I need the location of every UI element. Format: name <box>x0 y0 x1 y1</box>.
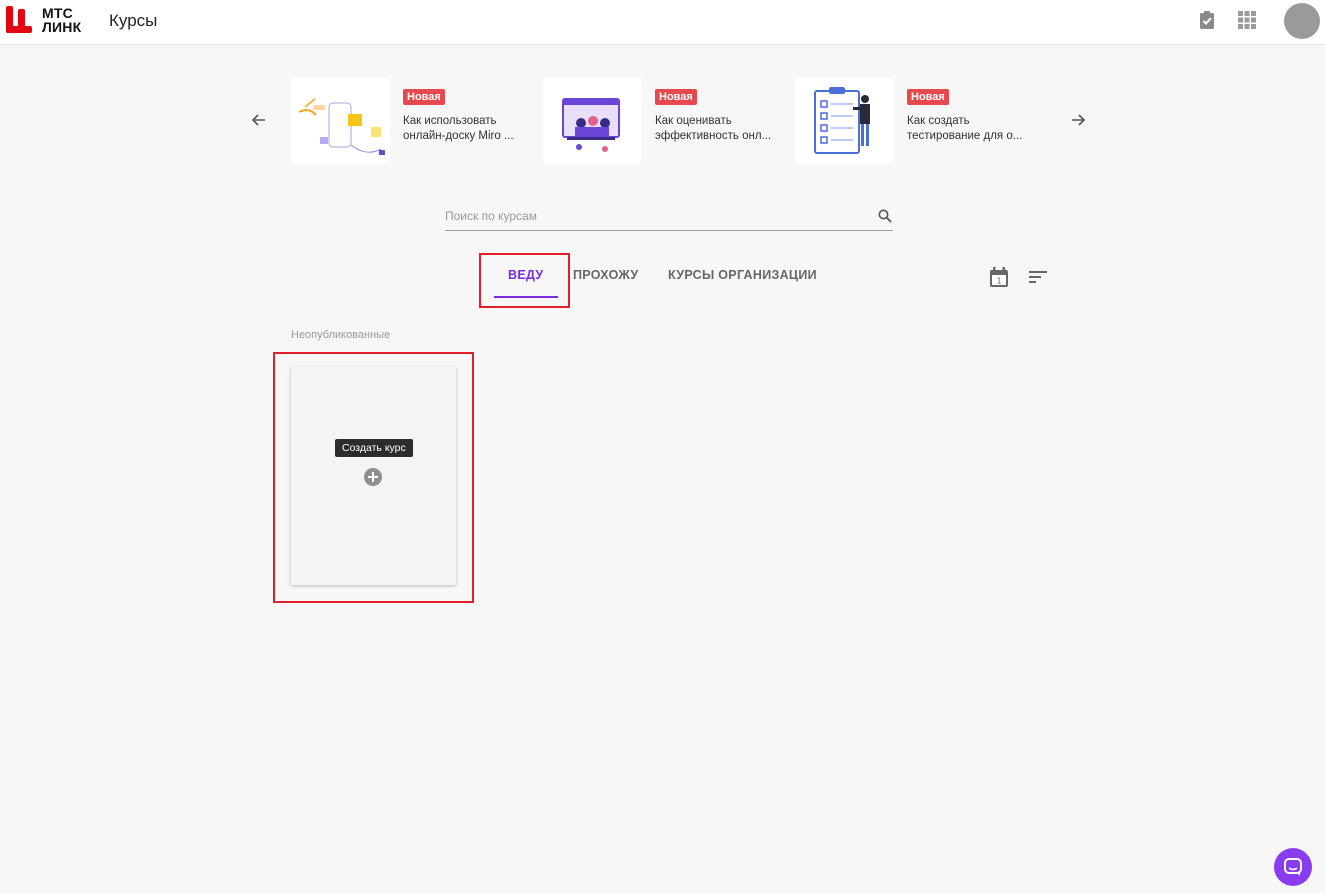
section-label-unpublished: Неопубликованные <box>291 329 391 341</box>
course-search <box>445 203 893 231</box>
svg-text:1: 1 <box>996 277 1001 286</box>
arrow-left-icon[interactable] <box>249 110 269 130</box>
avatar[interactable] <box>1284 3 1320 39</box>
course-thumbnail <box>543 77 642 164</box>
new-badge: Новая <box>655 89 697 105</box>
chat-icon <box>1284 858 1302 876</box>
tab-organization-courses[interactable]: Курсы организации <box>668 268 817 282</box>
course-title: Как создать тестирование для о... <box>907 115 1023 142</box>
logo-text: МТС ЛИНК <box>42 5 82 35</box>
page-title: Курсы <box>109 11 158 30</box>
sort-icon[interactable] <box>1027 266 1049 288</box>
search-input[interactable] <box>445 205 865 227</box>
course-card-efficiency[interactable]: Новая Как оценивать эффективность онл... <box>543 77 783 164</box>
course-thumbnail <box>291 77 390 164</box>
course-title: Как оценивать эффективность онл... <box>655 115 772 142</box>
mts-link-logo-icon[interactable] <box>6 6 38 33</box>
course-title: Как использовать онлайн-доску Miro ... <box>403 115 514 142</box>
course-card-testing[interactable]: Новая Как создать тестирование для о... <box>795 77 1035 164</box>
top-header: МТС ЛИНК Курсы <box>0 0 1325 45</box>
course-thumbnail <box>795 77 894 164</box>
course-card-miro[interactable]: Новая Как использовать онлайн-доску Miro… <box>291 77 531 164</box>
highlight-box-create-card <box>273 352 474 603</box>
clipboard-check-icon[interactable] <box>1197 10 1217 30</box>
tab-learning[interactable]: Прохожу <box>573 268 638 282</box>
chat-support-button[interactable] <box>1274 848 1312 886</box>
new-badge: Новая <box>907 89 949 105</box>
apps-grid-icon[interactable] <box>1237 10 1257 30</box>
highlight-box-tab <box>479 253 570 308</box>
search-icon[interactable] <box>877 208 893 224</box>
calendar-icon[interactable]: 1 <box>988 266 1010 288</box>
arrow-right-icon[interactable] <box>1068 110 1088 130</box>
new-badge: Новая <box>403 89 445 105</box>
